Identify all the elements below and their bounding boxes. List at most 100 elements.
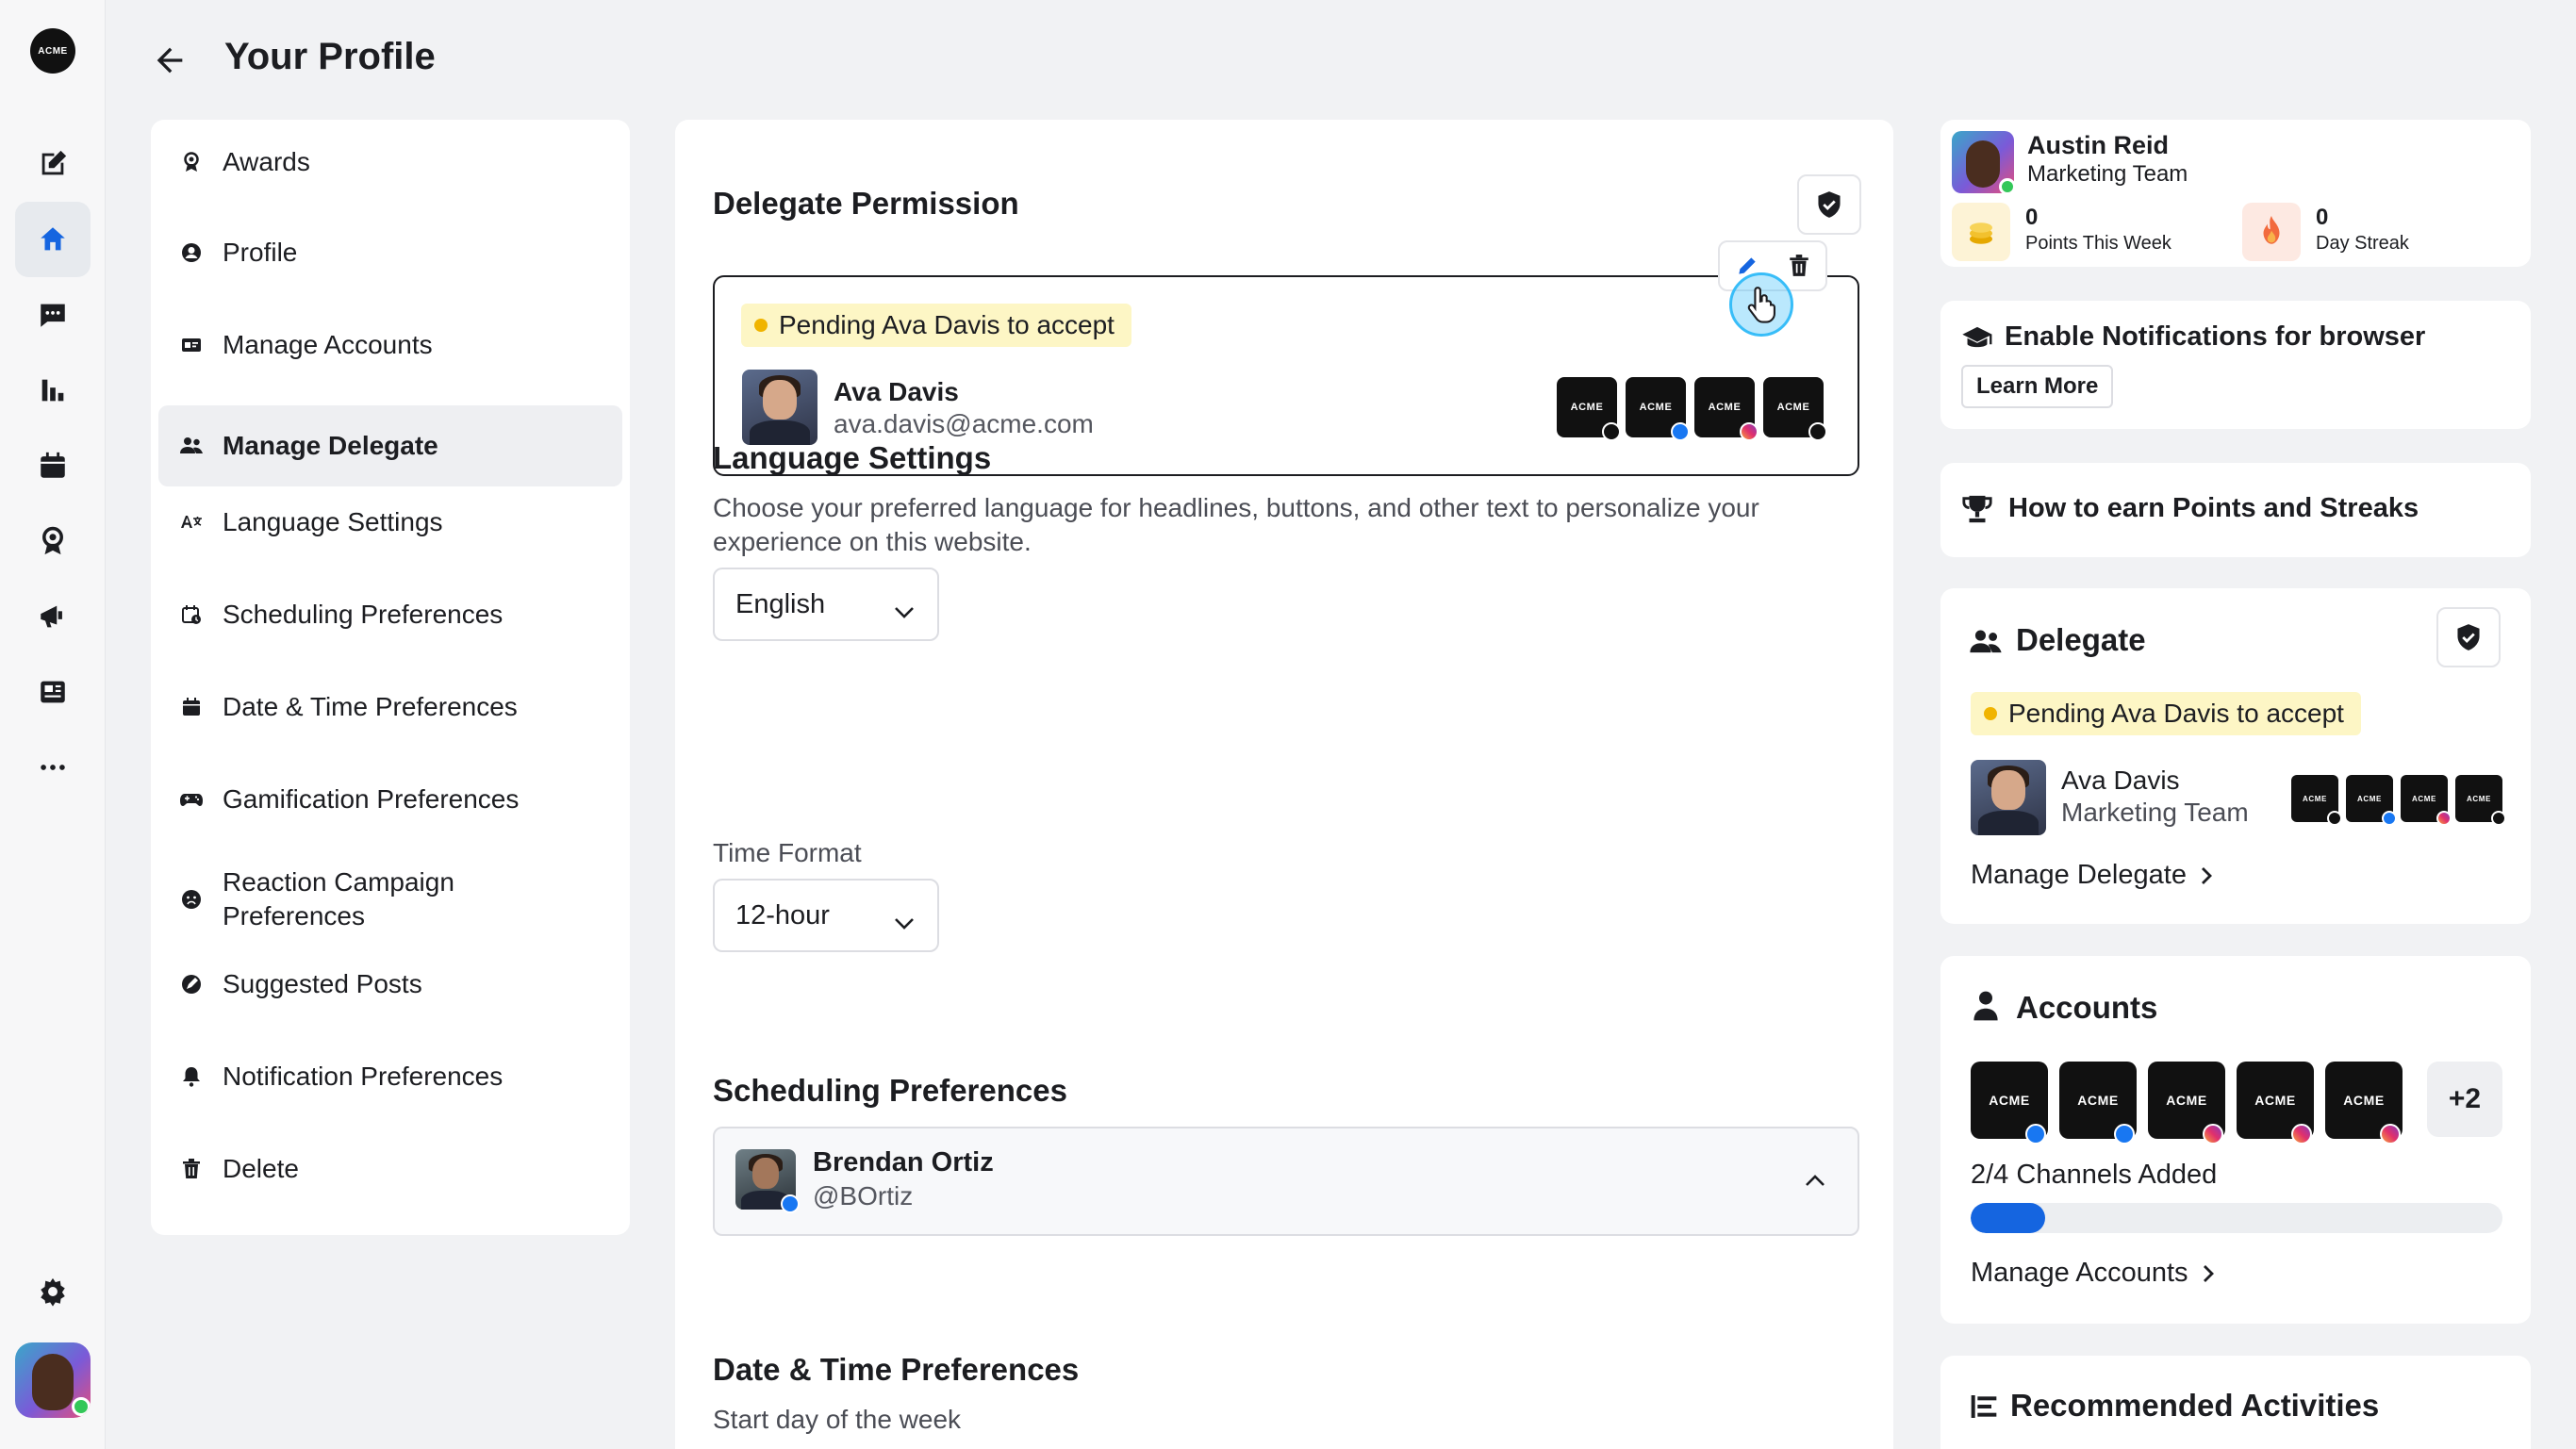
delegate-card-name: Ava Davis [2061, 766, 2180, 795]
delegate-card-title: Delegate [2016, 622, 2146, 657]
settings-icon[interactable] [15, 1254, 91, 1329]
nav-item-profile[interactable]: Profile [158, 212, 622, 293]
points-value: 0 [2025, 205, 2039, 230]
settings-content: Delegate Permission Pending Ava Davis to… [675, 120, 1893, 1449]
chevron-up-icon[interactable] [1805, 1174, 1825, 1192]
scheduling-account-select[interactable]: Brendan Ortiz @BOrtiz [713, 1127, 1859, 1236]
back-arrow-icon[interactable] [151, 41, 189, 84]
facebook-icon [2114, 1124, 2135, 1144]
nav-item-delete[interactable]: Delete [158, 1128, 622, 1210]
facebook-icon [1671, 422, 1690, 441]
pending-badge: Pending Ava Davis to accept [741, 304, 1131, 347]
nav-item-manage-accounts[interactable]: Manage Accounts [158, 305, 622, 386]
user-stats-card: Austin Reid Marketing Team 0 Points This… [1940, 120, 2531, 267]
channel-tile[interactable]: ACME [1971, 1062, 2048, 1144]
nav-item-manage-delegate[interactable]: Manage Delegate [158, 405, 622, 486]
channels-progress [1971, 1203, 2502, 1233]
delegate-permission-title: Delegate Permission [713, 186, 1019, 221]
home-icon[interactable] [15, 202, 91, 277]
language-icon [179, 510, 204, 535]
channel-tile[interactable]: ACME [2148, 1062, 2225, 1144]
channels-progress-fill [1971, 1203, 2045, 1233]
suggest-icon [179, 972, 204, 996]
scheduling-preferences-title: Scheduling Preferences [713, 1073, 1067, 1108]
notifications-title: Enable Notifications for browser [2005, 321, 2426, 352]
points-info-card[interactable]: How to earn Points and Streaks [1940, 463, 2531, 557]
chevron-down-icon [894, 907, 915, 938]
news-icon[interactable] [15, 654, 91, 730]
channel-tile[interactable]: ACME [2401, 775, 2452, 826]
channel-tile[interactable]: ACME [1694, 377, 1759, 441]
instagram-icon [2203, 1124, 2223, 1144]
analytics-icon[interactable] [15, 353, 91, 428]
compose-icon[interactable] [15, 126, 91, 202]
accounts-card: Accounts ACME ACME ACME ACME ACME +2 2/4… [1940, 956, 2531, 1324]
nav-item-date-time-preferences[interactable]: Date & Time Preferences [158, 667, 622, 748]
points-label: Points This Week [2025, 233, 2171, 254]
x-icon [2327, 811, 2342, 826]
nav-item-scheduling-preferences[interactable]: Scheduling Preferences [158, 574, 622, 655]
shield-button[interactable] [2436, 607, 2501, 667]
shield-icon [2457, 624, 2480, 650]
language-select[interactable]: English [713, 568, 939, 641]
channel-tile[interactable]: ACME [2291, 775, 2342, 826]
facebook-icon [781, 1194, 800, 1213]
campaign-icon[interactable] [15, 579, 91, 654]
channel-tile[interactable]: ACME [2346, 775, 2397, 826]
online-status-dot [72, 1397, 91, 1416]
nav-item-reaction-campaign-preferences[interactable]: Reaction Campaign Preferences [158, 850, 622, 948]
channel-tile[interactable]: ACME [1557, 377, 1621, 441]
nav-item-notification-preferences[interactable]: Notification Preferences [158, 1036, 622, 1117]
shield-button[interactable] [1797, 174, 1861, 235]
calendar-icon [179, 695, 204, 719]
pending-badge: Pending Ava Davis to accept [1971, 692, 2361, 735]
nav-item-language-settings[interactable]: Language Settings [158, 482, 622, 563]
manage-delegate-link[interactable]: Manage Delegate [1971, 860, 2213, 891]
channel-tile[interactable]: ACME [1626, 377, 1690, 441]
learn-more-button[interactable]: Learn More [1961, 365, 2114, 408]
trophy-icon [1961, 493, 1993, 530]
manage-accounts-link[interactable]: Manage Accounts [1971, 1258, 2215, 1289]
awards-icon[interactable] [15, 503, 91, 579]
settings-nav: Awards Profile Manage Accounts Manage De… [151, 120, 630, 1235]
icon-rail: ACME [0, 0, 106, 1449]
notifications-card: Enable Notifications for browser Learn M… [1940, 301, 2531, 429]
more-channels-button[interactable]: +2 [2427, 1062, 2502, 1137]
tiktok-icon [1808, 422, 1827, 441]
scheduling-account-handle: @BOrtiz [813, 1181, 914, 1210]
hand-cursor-icon [1747, 287, 1775, 323]
delegate-photo [1971, 760, 2046, 835]
channels-added-text: 2/4 Channels Added [1971, 1160, 2218, 1190]
scheduling-account-name: Brendan Ortiz [813, 1147, 994, 1177]
channel-tile[interactable]: ACME [2237, 1062, 2314, 1144]
channel-tile[interactable]: ACME [2455, 775, 2506, 826]
delegate-photo [742, 370, 817, 445]
start-day-label: Start day of the week [713, 1405, 962, 1434]
time-format-select[interactable]: 12-hour [713, 879, 939, 952]
points-info-title: How to earn Points and Streaks [2008, 493, 2419, 523]
pending-dot [1984, 707, 1997, 720]
instagram-icon [2436, 811, 2452, 826]
acme-logo[interactable]: ACME [30, 28, 75, 74]
more-icon[interactable] [15, 730, 91, 805]
channel-tile[interactable]: ACME [2059, 1062, 2137, 1144]
calendar-icon[interactable] [15, 428, 91, 503]
trash-icon[interactable] [1788, 254, 1810, 283]
facebook-icon [2025, 1124, 2046, 1144]
nav-item-suggested-posts[interactable]: Suggested Posts [158, 944, 622, 1025]
channel-tile[interactable]: ACME [2325, 1062, 2403, 1144]
channel-tile[interactable]: ACME [1763, 377, 1827, 441]
delegate-email: ava.davis@acme.com [834, 409, 1094, 438]
delegate-name: Ava Davis [834, 377, 959, 406]
user-avatar[interactable] [15, 1342, 91, 1418]
nav-item-awards[interactable]: Awards [158, 122, 622, 203]
click-indicator [1729, 272, 1793, 337]
date-time-preferences-title: Date & Time Preferences [713, 1352, 1080, 1387]
chat-icon[interactable] [15, 277, 91, 353]
award-icon [179, 150, 204, 174]
person-icon [1973, 990, 1999, 1027]
pending-dot [754, 319, 768, 332]
delegate-card: Delegate Pending Ava Davis to accept Ava… [1940, 588, 2531, 924]
nav-item-gamification-preferences[interactable]: Gamification Preferences [158, 759, 622, 840]
delegate-icon [1969, 626, 2003, 663]
